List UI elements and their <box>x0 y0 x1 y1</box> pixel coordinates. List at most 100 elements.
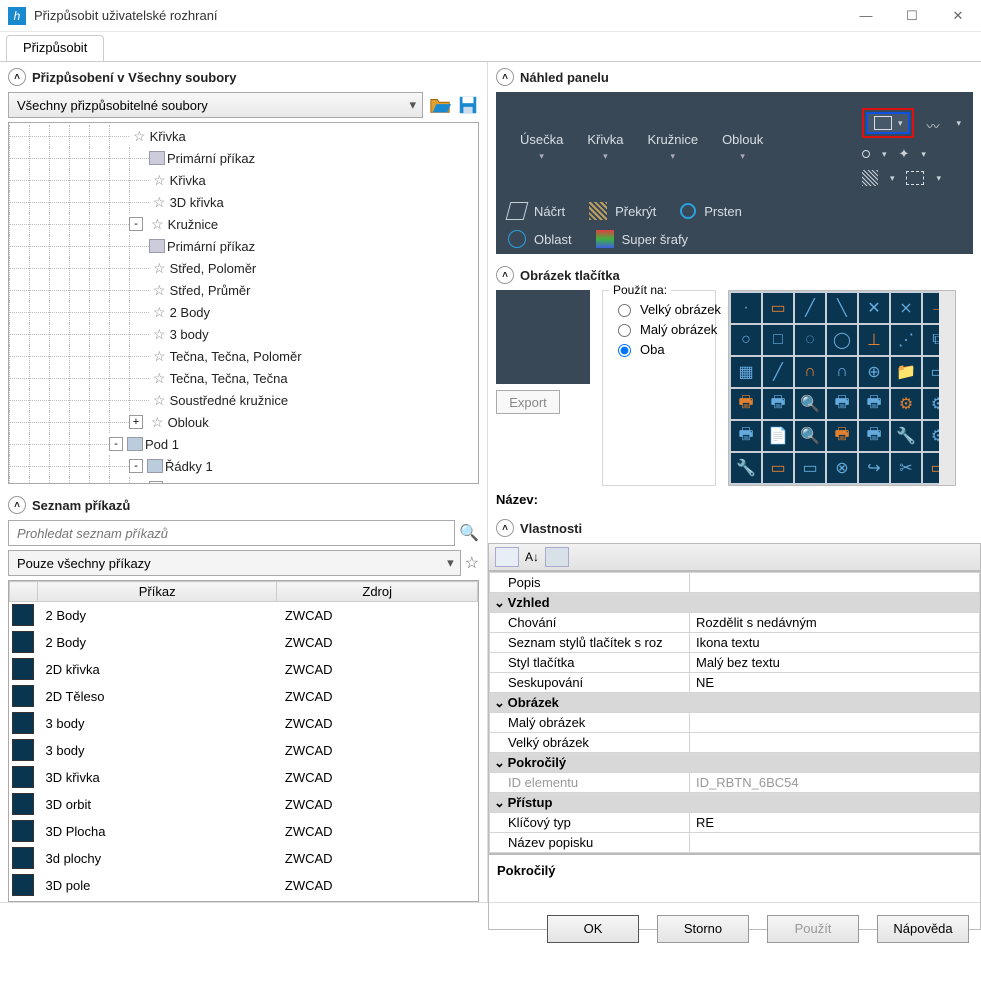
icon-cell[interactable]: ⨯ <box>891 293 921 323</box>
property-category[interactable]: ⌄ Přístup <box>490 793 980 813</box>
icon-cell[interactable]: ↪ <box>859 453 889 483</box>
ribbon-group-arc[interactable]: Oblouk▾ <box>710 132 775 162</box>
favorite-icon[interactable]: ☆ <box>465 553 479 573</box>
tree-node[interactable]: Primární příkaz <box>9 235 478 257</box>
ribbon-btn-sketch[interactable]: Náčrt <box>508 202 565 220</box>
icon-cell[interactable]: 🖶 <box>859 421 889 451</box>
icon-cell[interactable]: 📄 <box>763 421 793 451</box>
radio-large-image[interactable]: Velký obrázek <box>613 301 705 317</box>
icon-cell[interactable]: 🖶 <box>827 421 857 451</box>
property-category[interactable]: ⌄ Obrázek <box>490 693 980 713</box>
customization-tree[interactable]: ☆KřivkaPrimární příkaz☆Křivka☆3D křivka-… <box>8 122 479 484</box>
icon-cell[interactable]: ⚙ <box>891 389 921 419</box>
ribbon-btn-overlay[interactable]: Překrýt <box>589 202 656 220</box>
tab-customize[interactable]: Přizpůsobit <box>6 35 104 61</box>
tree-node[interactable]: -☆Obdélník <box>9 477 478 484</box>
icon-cell[interactable]: 🖶 <box>859 389 889 419</box>
command-row[interactable]: 3D PlochaZWCAD <box>10 818 478 845</box>
section-panel-preview[interactable]: ˄ Náhled panelu <box>488 62 981 92</box>
wave-icon[interactable]: 〰 <box>926 116 944 130</box>
save-file-icon[interactable] <box>457 94 479 116</box>
property-row[interactable]: Seznam stylů tlačítek s rozIkona textu <box>490 633 980 653</box>
icon-cell[interactable]: ▭ <box>795 453 825 483</box>
property-row[interactable]: Malý obrázek <box>490 713 980 733</box>
command-row[interactable]: 2 BodyZWCAD <box>10 629 478 656</box>
ribbon-btn-superhatch[interactable]: Super šrafy <box>596 230 688 248</box>
icon-cell[interactable]: · <box>731 293 761 323</box>
sort-az-icon[interactable]: A↓ <box>525 550 539 564</box>
icon-cell[interactable]: ▭ <box>923 357 939 387</box>
cancel-button[interactable]: Storno <box>657 915 749 943</box>
categorize-icon[interactable] <box>495 547 519 567</box>
icon-cell[interactable]: 🔍 <box>795 421 825 451</box>
property-row[interactable]: Název popisku <box>490 833 980 853</box>
section-commands[interactable]: ˄ Seznam příkazů <box>0 490 487 520</box>
command-row[interactable]: 2D křivkaZWCAD <box>10 656 478 683</box>
maximize-button[interactable]: ☐ <box>889 0 935 32</box>
sparkle-icon[interactable]: ✦ <box>898 146 909 162</box>
property-category[interactable]: ⌄ Vzhled <box>490 593 980 613</box>
icon-cell[interactable]: → <box>923 293 939 323</box>
highlighted-rectangle-button[interactable]: ▾ <box>862 108 915 138</box>
dashed-rect-icon[interactable] <box>906 171 924 185</box>
icon-cell[interactable]: ◌ <box>795 325 825 355</box>
ribbon-group-curve[interactable]: Křivka▾ <box>575 132 635 162</box>
icon-cell[interactable]: 🖶 <box>731 421 761 451</box>
tree-node[interactable]: -Pod 1 <box>9 433 478 455</box>
property-row[interactable]: Klíčový typRE <box>490 813 980 833</box>
tree-node[interactable]: ☆Křivka <box>9 125 478 147</box>
tree-node[interactable]: -☆Kružnice <box>9 213 478 235</box>
command-row[interactable]: 3D poleZWCAD <box>10 872 478 899</box>
tree-node[interactable]: ☆3D křivka <box>9 191 478 213</box>
icon-cell[interactable]: ⋰ <box>891 325 921 355</box>
icon-cell[interactable]: ⚙ <box>923 389 939 419</box>
apply-button[interactable]: Použít <box>767 915 859 943</box>
icon-cell[interactable]: 🔧 <box>891 421 921 451</box>
customization-files-dropdown[interactable]: Všechny přizpůsobitelné soubory <box>8 92 423 118</box>
col-command[interactable]: Příkaz <box>38 582 277 602</box>
minimize-button[interactable]: — <box>843 0 889 32</box>
property-row[interactable]: Velký obrázek <box>490 733 980 753</box>
icon-cell[interactable]: ⚙ <box>923 421 939 451</box>
command-row[interactable]: 2 BodyZWCAD <box>10 602 478 629</box>
icon-cell[interactable]: □ <box>763 325 793 355</box>
property-pages-icon[interactable] <box>545 547 569 567</box>
icon-cell[interactable]: ∩ <box>795 357 825 387</box>
radio-small-image[interactable]: Malý obrázek <box>613 321 705 337</box>
icon-cell[interactable]: ○ <box>731 325 761 355</box>
section-customizations[interactable]: ˄ Přizpůsobení v Všechny soubory <box>0 62 487 92</box>
icon-cell[interactable]: ✕ <box>859 293 889 323</box>
tree-node[interactable]: ☆Střed, Průměr <box>9 279 478 301</box>
icon-cell[interactable]: 🔧 <box>731 453 761 483</box>
tree-node[interactable]: ☆Střed, Poloměr <box>9 257 478 279</box>
tree-node[interactable]: ☆Tečna, Tečna, Tečna <box>9 367 478 389</box>
property-category[interactable]: ⌄ Pokročilý <box>490 753 980 773</box>
col-source[interactable]: Zdroj <box>277 582 478 602</box>
command-row[interactable]: 3d plochyZWCAD <box>10 845 478 872</box>
icon-cell[interactable]: ⧉ <box>923 325 939 355</box>
icon-cell[interactable]: ⊗ <box>827 453 857 483</box>
property-row[interactable]: Popis <box>490 573 980 593</box>
ribbon-group-circle[interactable]: Kružnice▾ <box>635 132 710 162</box>
section-properties[interactable]: ˄ Vlastnosti <box>488 513 981 543</box>
icon-cell[interactable]: ∩ <box>827 357 857 387</box>
tree-node[interactable]: -Řádky 1 <box>9 455 478 477</box>
command-table[interactable]: Příkaz Zdroj 2 BodyZWCAD2 BodyZWCAD2D kř… <box>8 580 479 902</box>
help-button[interactable]: Nápověda <box>877 915 969 943</box>
icon-cell[interactable]: ✂ <box>891 453 921 483</box>
icon-library[interactable]: ·▭╱╲✕⨯→○□◌◯⊥⋰⧉▦╱∩∩⊕📁▭🖶🖶🔍🖶🖶⚙⚙🖶📄🔍🖶🖶🔧⚙🔧▭▭⊗↪… <box>728 290 956 486</box>
tree-node[interactable]: ☆Křivka <box>9 169 478 191</box>
export-button[interactable]: Export <box>496 390 560 414</box>
icon-cell[interactable]: 🔍 <box>795 389 825 419</box>
open-file-icon[interactable] <box>429 94 451 116</box>
command-row[interactable]: 3D křivkaZWCAD <box>10 764 478 791</box>
command-search-input[interactable] <box>8 520 455 546</box>
command-row[interactable]: 3D orbitZWCAD <box>10 791 478 818</box>
tree-node[interactable]: +☆Oblouk <box>9 411 478 433</box>
ribbon-group-line[interactable]: Úsečka▾ <box>508 132 575 162</box>
property-row[interactable]: SeskupováníNE <box>490 673 980 693</box>
icon-cell[interactable]: ▭ <box>923 453 939 483</box>
icon-cell[interactable]: ╱ <box>763 357 793 387</box>
command-filter-dropdown[interactable]: Pouze všechny příkazy <box>8 550 461 576</box>
command-row[interactable]: 2D TělesoZWCAD <box>10 683 478 710</box>
